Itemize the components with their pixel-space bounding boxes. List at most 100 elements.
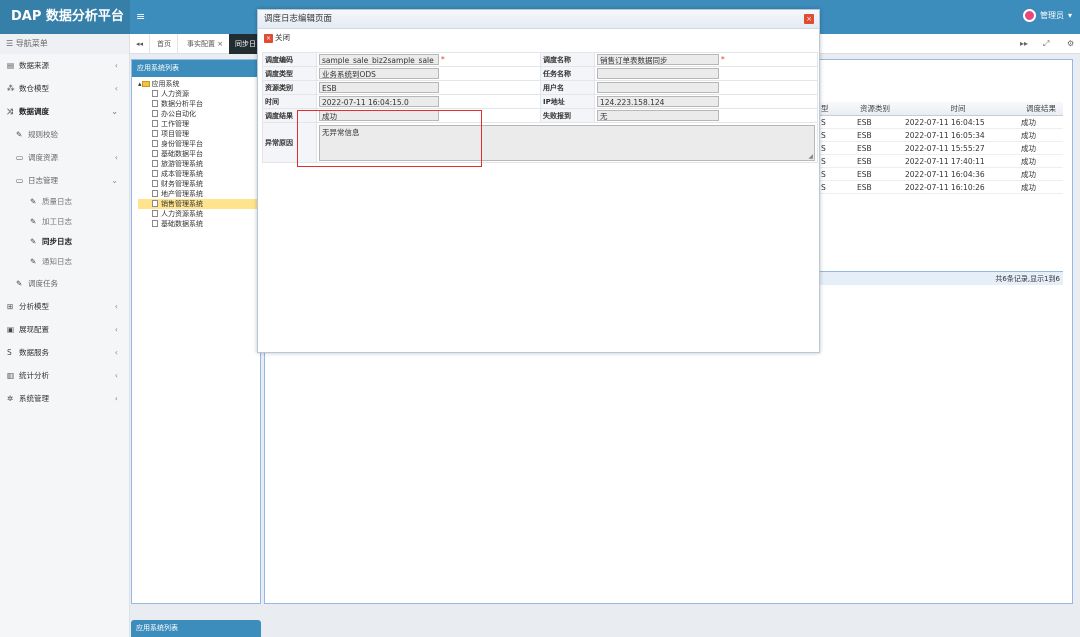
settings-icon[interactable]: ⚙ [1067,34,1074,54]
tree-node[interactable]: 财务管理系统 [138,179,260,189]
sidebar-item-analysis-model[interactable]: ⊞ 分析模型 ‹ [0,295,129,318]
file-icon [152,160,158,167]
tree-node[interactable]: 身份管理平台 [138,139,260,149]
resize-grip-icon[interactable]: ◢ [808,153,813,160]
sidebar-item-process-log[interactable]: ✎ 加工日志 [0,212,129,232]
close-icon[interactable]: × [804,14,814,24]
tree-node[interactable]: 基础数据平台 [138,149,260,159]
table-cell: S [821,144,826,153]
table-row[interactable]: S ESB 2022-07-11 16:04:15 成功 [819,116,1063,129]
sidebar-item-data-source[interactable]: ▤ 数据来源 ‹ [0,54,129,77]
sidebar-item-log-management[interactable]: ▭ 日志管理 ⌄ [0,169,129,192]
col-resource-header[interactable]: 资源类别 [851,102,895,115]
file-icon [152,120,158,127]
col-type-header[interactable]: 型 [819,102,851,115]
tree-node-label: 办公自动化 [161,110,196,118]
tree-node[interactable]: 项目管理 [138,129,260,139]
sidebar-item-quality-log[interactable]: ✎ 质量日志 [0,192,129,212]
chevron-left-icon: ‹ [114,302,118,311]
fullscreen-icon[interactable]: ⤢ [1043,34,1049,54]
log-grid: 型 资源类别 时间 调度结果 S ESB 2022-07-11 16:04:15 成功… [819,102,1063,194]
col-result-header[interactable]: 调度结果 [1015,102,1063,115]
sidebar-item-display-config[interactable]: ▣ 展现配置 ‹ [0,318,129,341]
table-cell: S [821,183,826,192]
code-field[interactable]: sample_sale_biz2sample_sale_ [319,54,439,65]
user-menu[interactable]: 管理员 ▾ [1022,9,1072,22]
tree-node[interactable]: 基础数据系统 [138,219,260,229]
dialog-title: 调度日志编辑页面 [264,14,333,24]
fail-field[interactable]: 无 [597,110,719,121]
tree-node[interactable]: 人力资源系统 [138,209,260,219]
dialog-title-bar[interactable]: 调度日志编辑页面 × [258,10,819,29]
sidebar-item-system[interactable]: ✲ 系统管理 ‹ [0,387,129,410]
menu-toggle-icon[interactable]: ≡ [136,10,145,23]
type-field[interactable]: 业务系统到ODS [319,68,439,79]
tree-node-label: 财务管理系统 [161,180,203,188]
required-mark: * [721,54,725,64]
sidebar-item-schedule-resource[interactable]: ▭ 调度资源 ‹ [0,146,129,169]
brand-logo[interactable]: DAP 数据分析平台 [0,0,130,34]
table-row[interactable]: S ESB 2022-07-11 17:40:11 成功 [819,155,1063,168]
wrench-icon: ✎ [30,237,37,246]
sidebar-item-rule-check[interactable]: ✎ 规则校验 [0,123,129,146]
wrench-icon: ✎ [30,257,37,266]
user-label: 用户名 [540,80,595,95]
table-cell: S [821,131,826,140]
tree-node[interactable]: 办公自动化 [138,109,260,119]
chevron-left-icon: ‹ [114,371,118,380]
table-cell: 成功 [1021,183,1036,192]
app-system-tree: ▴ 应用系统 人力资源 数据分析平台 办公自动化 工作管理 项目管理 身份管理平台 基础数据平… [132,77,260,229]
sidebar: ☰ 导航菜单 ▤ 数据来源 ‹ ⁂ 数仓模型 ‹ ⤨ 数据调度 ⌄ ✎ 规则校验 ▭ 调度资源 ‹… [0,34,130,637]
tree-node[interactable]: 地产管理系统 [138,189,260,199]
tab-scroll-forward-icon[interactable]: ▸▸ [1020,34,1028,54]
tree-node-label: 旅游管理系统 [161,160,203,168]
tree-node[interactable]: 工作管理 [138,119,260,129]
tree-node[interactable]: 数据分析平台 [138,99,260,109]
tree-node-label: 地产管理系统 [161,190,203,198]
tree-node[interactable]: 旅游管理系统 [138,159,260,169]
chevron-left-icon: ‹ [114,84,118,93]
wrench-icon: ✎ [30,197,37,206]
sidebar-item-schedule-task[interactable]: ✎ 调度任务 [0,272,129,295]
tree-node-label: 身份管理平台 [161,140,203,148]
sidebar-item-statistics[interactable]: ▥ 统计分析 ‹ [0,364,129,387]
col-time-header[interactable]: 时间 [895,102,1015,115]
user-field[interactable] [597,82,719,93]
chevron-down-icon: ⌄ [111,107,118,116]
name-field[interactable]: 销售订单表数据同步 [597,54,719,65]
cubes-icon: ⁂ [7,84,15,93]
task-field[interactable] [597,68,719,79]
table-row[interactable]: S ESB 2022-07-11 15:55:27 成功 [819,142,1063,155]
chevron-left-icon: ‹ [114,153,118,162]
schedule-log-edit-dialog: 调度日志编辑页面 × × 关闭 调度编码 sample_sale_biz2samp… [257,9,820,353]
wrench-icon: ✎ [16,130,23,139]
sidebar-item-data-service[interactable]: S 数据服务 ‹ [0,341,129,364]
ip-field[interactable]: 124.223.158.124 [597,96,719,107]
folder-icon [141,81,150,87]
resource-field[interactable]: ESB [319,82,439,93]
sidebar-item-notify-log[interactable]: ✎ 通知日志 [0,252,129,272]
sidebar-item-sync-log[interactable]: ✎ 同步日志 [0,232,129,252]
sidebar-item-dw-model[interactable]: ⁂ 数仓模型 ‹ [0,77,129,100]
tab-scroll-back-icon[interactable]: ◂◂ [130,34,151,54]
tree-node[interactable]: 成本管理系统 [138,169,260,179]
tab-home[interactable]: 首页 [151,34,178,54]
bottom-panel-tab[interactable]: 应用系统列表 [131,620,261,637]
sidebar-item-scheduling[interactable]: ⤨ 数据调度 ⌄ [0,100,129,123]
table-cell: S [821,170,826,179]
time-field[interactable]: 2022-07-11 16:04:15.0 [319,96,439,107]
table-row[interactable]: S ESB 2022-07-11 16:10:26 成功 [819,181,1063,194]
tree-node[interactable]: 销售管理系统 [138,199,260,209]
tree-node[interactable]: 人力资源 [138,89,260,99]
tree-node-label: 人力资源系统 [161,210,203,218]
table-row[interactable]: S ESB 2022-07-11 16:04:36 成功 [819,168,1063,181]
dollar-icon: S [7,348,12,357]
close-button[interactable]: × 关闭 [264,33,290,43]
table-cell: 2022-07-11 16:05:34 [905,131,985,140]
tree-panel-title: 应用系统列表 [132,60,260,77]
table-row[interactable]: S ESB 2022-07-11 16:05:34 成功 [819,129,1063,142]
file-icon [152,200,158,207]
task-label: 任务名称 [540,66,595,81]
tree-root[interactable]: ▴ 应用系统 [138,79,260,89]
tab-fact-config[interactable]: 事实配置 × [181,34,231,54]
